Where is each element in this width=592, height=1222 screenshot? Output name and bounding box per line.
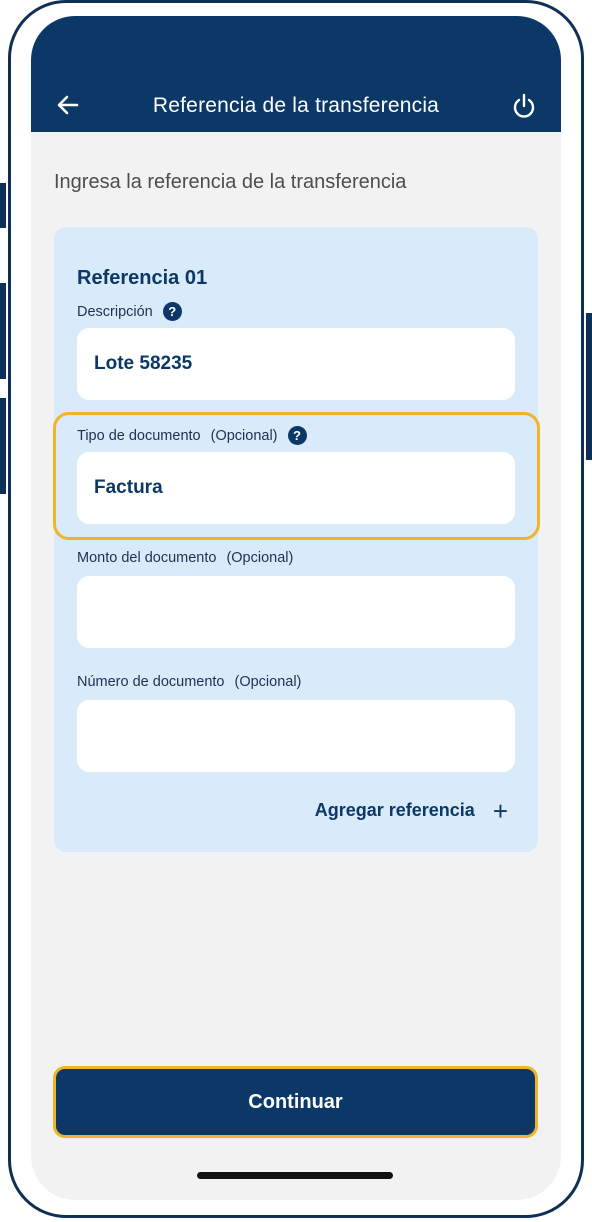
- document-amount-label: Monto del documento (Opcional): [77, 550, 293, 566]
- plus-icon: +: [492, 795, 508, 826]
- description-label-text: Descripción: [77, 303, 153, 320]
- question-help-icon[interactable]: ?: [287, 426, 307, 445]
- add-reference-label: Agregar referencia: [314, 800, 475, 820]
- question-help-icon[interactable]: ?: [162, 302, 182, 321]
- reference-card: Referencia 01 Descripción ? Lote 58235 T…: [53, 227, 540, 852]
- document-type-optional: (Opcional): [210, 427, 278, 444]
- home-indicator: [197, 1172, 393, 1179]
- description-input[interactable]: Lote 58235: [77, 328, 515, 400]
- document-type-label-text: Tipo de documento: [77, 427, 201, 444]
- document-number-optional: (Opcional): [234, 674, 302, 690]
- power-icon[interactable]: [511, 92, 537, 120]
- volume-up-button: [0, 283, 6, 379]
- document-type-select[interactable]: Factura: [77, 452, 515, 524]
- document-amount-input[interactable]: [77, 576, 515, 648]
- instruction-text: Ingresa la referencia de la transferenci…: [54, 171, 407, 193]
- description-value: Lote 58235: [94, 353, 193, 374]
- add-reference-button[interactable]: Agregar referencia +: [314, 795, 508, 826]
- app-header: Referencia de la transferencia: [31, 16, 561, 132]
- document-number-label: Número de documento (Opcional): [77, 674, 301, 690]
- volume-down-button: [0, 398, 6, 494]
- description-label: Descripción ?: [77, 302, 182, 321]
- continue-button[interactable]: Continuar: [53, 1066, 538, 1138]
- document-type-value: Factura: [94, 477, 163, 498]
- mute-switch: [0, 183, 6, 228]
- document-amount-optional: (Opcional): [226, 550, 294, 566]
- reference-title: Referencia 01: [77, 267, 208, 289]
- document-amount-label-text: Monto del documento: [77, 550, 217, 566]
- document-number-input[interactable]: [77, 700, 515, 772]
- app-screen: Referencia de la transferencia Ingresa l…: [31, 16, 561, 1200]
- page-title: Referencia de la transferencia: [152, 94, 440, 117]
- power-side-button: [586, 313, 592, 460]
- document-number-label-text: Número de documento: [77, 674, 225, 690]
- document-type-label: Tipo de documento (Opcional) ?: [77, 426, 307, 445]
